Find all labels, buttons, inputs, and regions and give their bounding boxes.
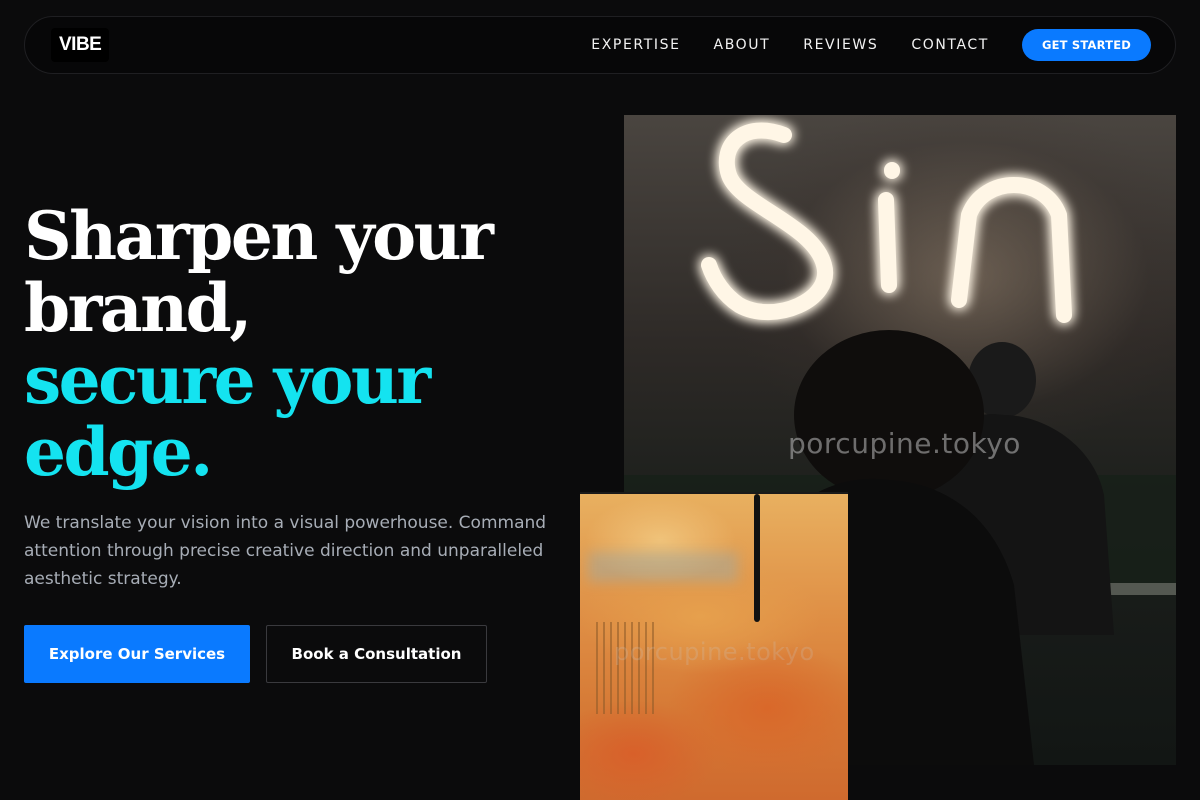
paint-blue-smear: [588, 552, 738, 582]
nav-link-about[interactable]: ABOUT: [714, 37, 771, 53]
nav-link-reviews[interactable]: REVIEWS: [803, 37, 878, 53]
hero-title-line1: Sharpen your brand,: [24, 197, 494, 347]
nav-links: EXPERTISE ABOUT REVIEWS CONTACT GET STAR…: [591, 29, 1151, 61]
brand-logo[interactable]: VIBE: [51, 28, 110, 62]
explore-services-button[interactable]: Explore Our Services: [24, 625, 250, 683]
painting-watermark: porcupine.tokyo: [614, 638, 815, 666]
photo-watermark: porcupine.tokyo: [788, 427, 1021, 460]
hero-title: Sharpen your brand, secure your edge.: [24, 200, 584, 488]
book-consultation-button[interactable]: Book a Consultation: [266, 625, 487, 683]
hero-subtitle: We translate your vision into a visual p…: [24, 513, 547, 589]
paint-black-stripe: [754, 494, 760, 622]
paint-texture-grooves: [596, 622, 658, 714]
top-navbar: VIBE EXPERTISE ABOUT REVIEWS CONTACT GET…: [24, 16, 1176, 74]
nav-link-expertise[interactable]: EXPERTISE: [591, 37, 680, 53]
hero-title-line2: secure your edge.: [24, 341, 431, 491]
neon-sign-glyphs: [701, 122, 1072, 323]
get-started-button[interactable]: GET STARTED: [1021, 29, 1151, 61]
nav-link-contact[interactable]: CONTACT: [911, 37, 989, 53]
